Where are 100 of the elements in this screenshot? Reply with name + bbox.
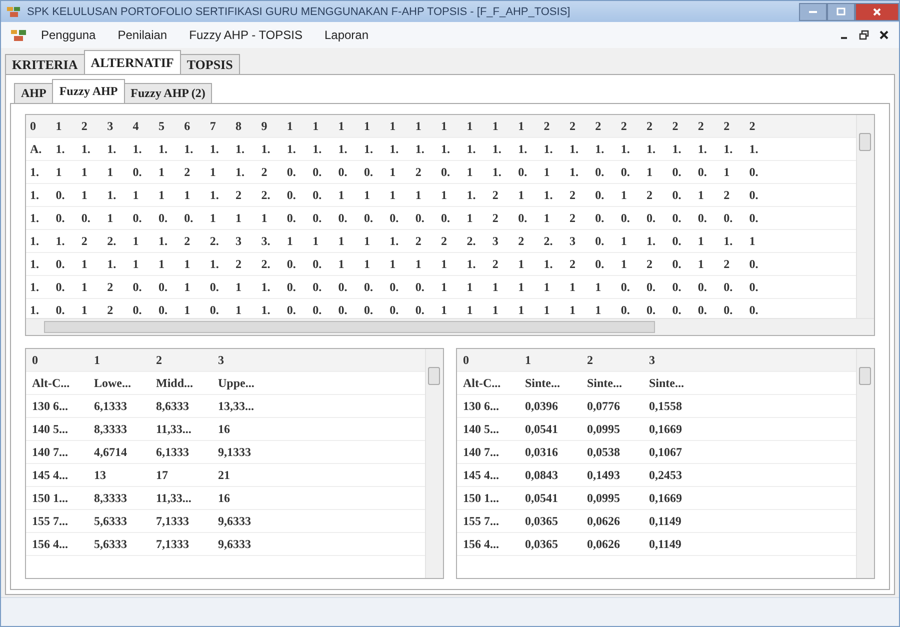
table-cell-text: 156 4... (462, 536, 500, 552)
table-cell-text: 2 (80, 234, 88, 248)
table-cell-text: 2 (646, 256, 654, 272)
maximize-button[interactable] (827, 2, 855, 20)
vertical-scrollbar[interactable] (425, 349, 443, 578)
tab[interactable]: KRITERIA (5, 54, 85, 74)
table-cell-text: 1 (337, 234, 346, 248)
table-cell-text: 2. (208, 234, 220, 248)
table-cell-text: 0,0843 (524, 468, 559, 482)
table-cell-text: 2 (260, 164, 268, 180)
horizontal-scrollbar[interactable] (26, 318, 874, 335)
menu-item[interactable]: Laporan (324, 28, 369, 42)
menu-item[interactable]: Pengguna (41, 28, 96, 42)
table-cell-text: 1 (440, 188, 448, 202)
table-cell-text: 0. (54, 210, 66, 226)
table-cell-text: 0,1493 (586, 468, 621, 482)
table-cell-text: 0. (414, 280, 426, 294)
table-cell-text: 1 (157, 188, 166, 202)
table-cell-text: 1. (80, 142, 92, 156)
table-cell-text: 1. (542, 256, 554, 272)
table-cell-text: 150 1... (31, 490, 69, 506)
table-cell-text: 145 4... (31, 468, 69, 482)
table-cell-text: 1. (362, 142, 374, 156)
table-cell-text: 0. (286, 164, 297, 180)
table-cell-text: 1. (157, 234, 168, 248)
tab[interactable]: AHP (14, 83, 54, 103)
table-cell-text: 0,1149 (648, 514, 682, 528)
table-cell-text: 1. (517, 142, 528, 156)
tab[interactable]: TOPSIS (180, 54, 240, 74)
table-cell-text: 0,0365 (524, 536, 559, 552)
table-cell-text: 1 (594, 302, 602, 318)
table-cell-text: 1 (722, 164, 731, 180)
table-cell-text: 2 (183, 164, 192, 180)
table-cell-text: 1 (234, 302, 242, 318)
column-header: 1 (312, 118, 320, 134)
table-cell-text: 1. (491, 142, 502, 156)
table-cell-text: 1. (388, 142, 400, 156)
column-header: 2 (586, 352, 594, 368)
table-cell-text: 1 (440, 256, 448, 272)
table-cell-text: 0,0626 (586, 514, 621, 528)
tab[interactable]: ALTERNATIF (84, 50, 181, 74)
table-cell-text: 1 (208, 164, 217, 180)
table-cell-text: 1 (132, 188, 140, 202)
table-cell-text: 1. (722, 234, 734, 248)
table-cell-text: 0. (157, 210, 168, 226)
table-cell-text: 0. (362, 210, 374, 226)
table-cell-text: 140 5... (462, 422, 500, 436)
table-cell-text: 1 (568, 302, 576, 318)
table-cell-text: 4,6714 (93, 444, 128, 460)
restore-icon[interactable] (859, 30, 869, 40)
table-cell-text: 7,1333 (155, 514, 190, 528)
table-cell-text: 0. (646, 302, 656, 318)
table-cell-text: 1 (157, 256, 166, 272)
table-cell-text: 1. (568, 164, 580, 180)
table-cell-text: 1. (440, 142, 451, 156)
table-cell-text: 3 (234, 234, 242, 248)
table-cell-text: 1. (696, 142, 708, 156)
table-cell-text: 7,1333 (155, 536, 190, 552)
table-cell-text: 0. (337, 164, 348, 180)
table-cell-text: 1 (542, 302, 551, 318)
table-cell-text: 11,33... (155, 422, 192, 436)
column-header: 6 (183, 118, 192, 134)
vertical-scrollbar[interactable] (856, 349, 874, 578)
table-cell-text: 0. (671, 164, 682, 180)
table-cell-text: 0,0995 (586, 422, 621, 436)
table-cell-text: 0,0365 (524, 514, 559, 528)
column-header: 1 (414, 118, 422, 134)
table-cell-text: 0. (312, 210, 323, 226)
menu-item[interactable]: Fuzzy AHP - TOPSIS (189, 28, 302, 42)
table-cell-text: 0,0396 (524, 398, 559, 414)
table-cell-text: 0. (620, 210, 631, 226)
column-header: 9 (260, 118, 268, 134)
table-cell-text: 1. (722, 142, 734, 156)
table-cell-text: 0. (286, 188, 297, 202)
close-button[interactable] (855, 2, 899, 20)
table-cell-text: 2 (183, 234, 192, 248)
table-cell-text: 1 (466, 280, 474, 294)
tab[interactable]: Fuzzy AHP (2) (124, 83, 212, 103)
table-cell-text: 0. (594, 256, 606, 272)
column-header: 2 (620, 118, 628, 134)
column-header: 3 (106, 118, 114, 134)
table-cell-text: 1 (696, 188, 705, 202)
table-cell-text: 0. (132, 210, 143, 226)
table-cell-text: 1. (54, 142, 66, 156)
table-cell-text: 0. (646, 210, 656, 226)
menu-item[interactable]: Penilaian (118, 28, 168, 42)
vertical-scrollbar[interactable] (856, 115, 874, 318)
table-cell-text: 0,0538 (586, 444, 621, 460)
table-cell-text: 1 (132, 256, 140, 272)
close-icon[interactable] (879, 30, 889, 40)
column-header: 8 (234, 118, 242, 134)
table-cell-text: 155 7... (462, 514, 500, 528)
table-cell-text: 1 (183, 256, 192, 272)
table-cell-text: 0. (722, 210, 734, 226)
table-cell-text: 1 (491, 302, 500, 318)
table-cell-text: 2 (646, 188, 654, 202)
column-header: 1 (337, 118, 346, 134)
table-cell-text: 0. (722, 280, 734, 294)
table-cell-text: 2 (722, 188, 731, 202)
minimize-button[interactable] (799, 2, 827, 20)
